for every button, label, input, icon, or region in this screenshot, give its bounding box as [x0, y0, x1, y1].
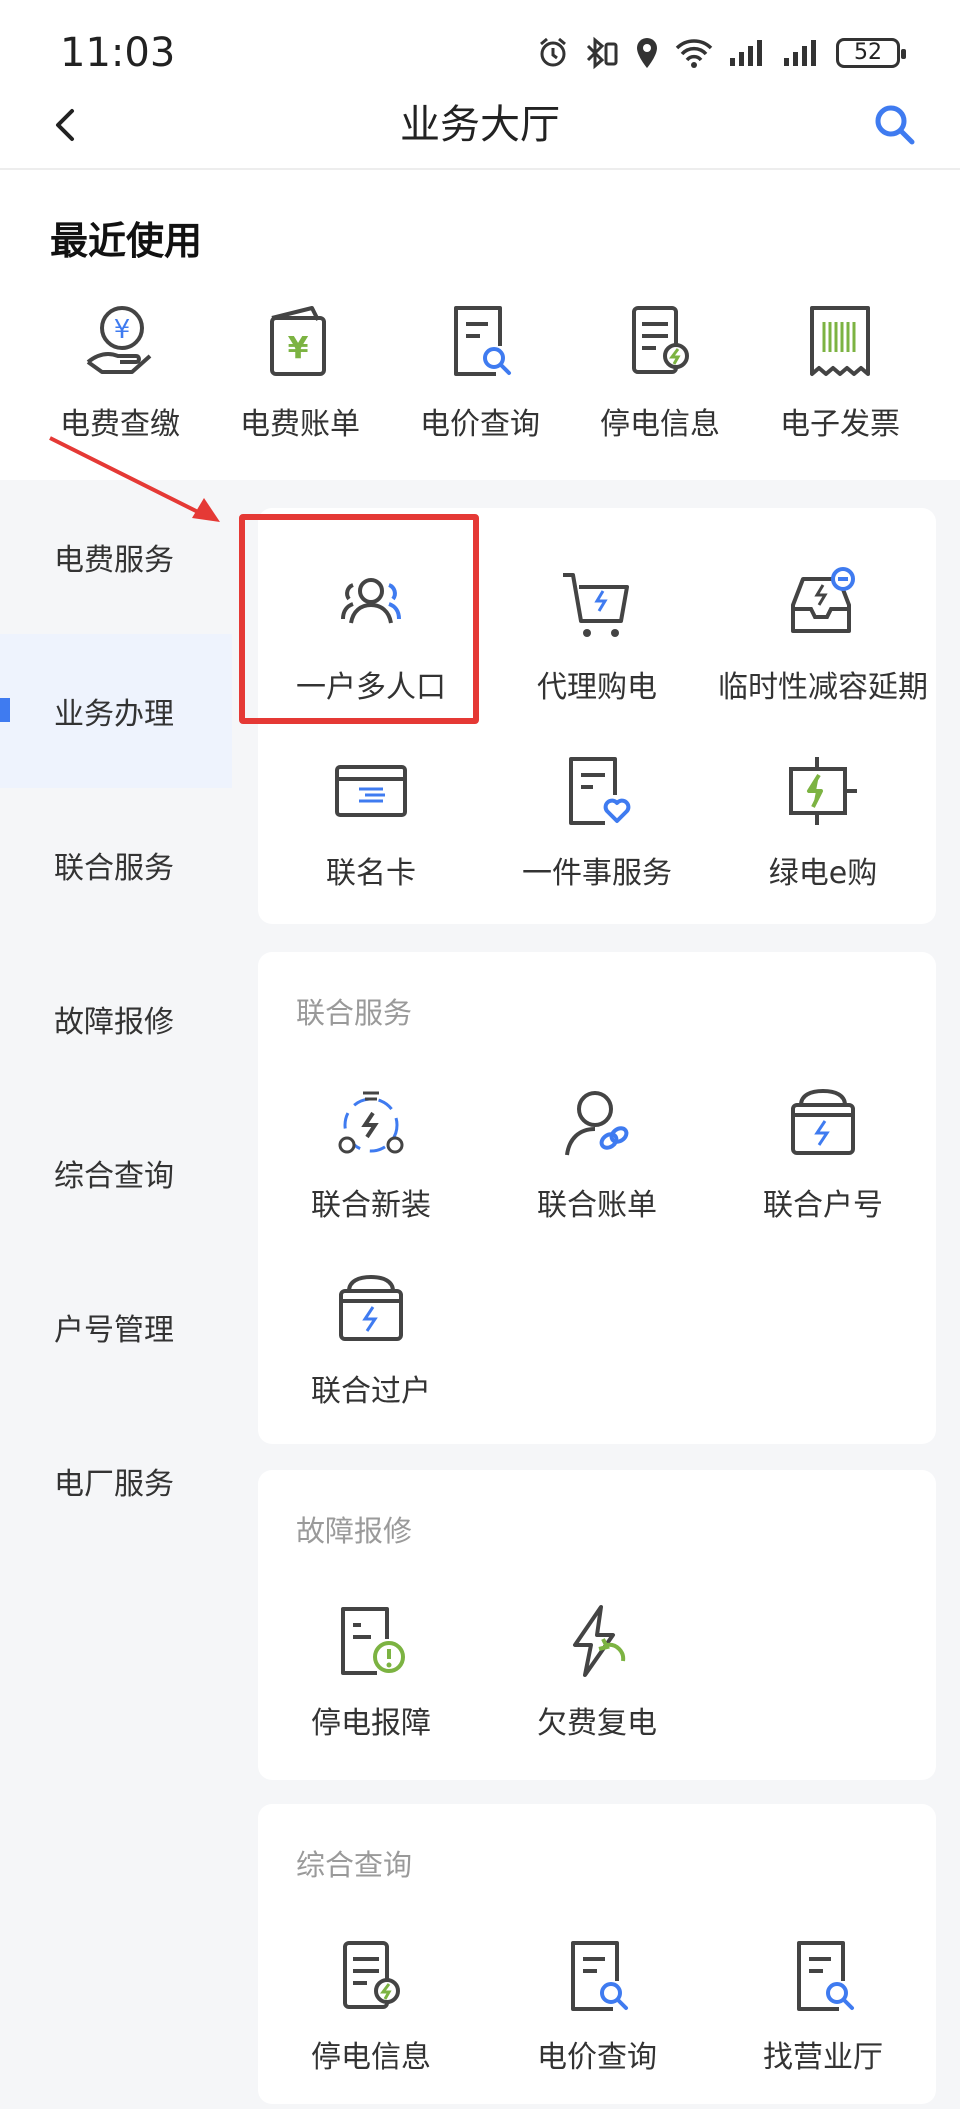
joint-install-icon	[326, 1078, 416, 1168]
tile-find-office[interactable]: 找营业厅	[710, 1930, 936, 2076]
tile-label: 联合新装	[311, 1188, 431, 1223]
tile-label: 联合过户	[311, 1374, 431, 1409]
joint-transfer-icon	[326, 1264, 416, 1354]
tile-co-brand-card[interactable]: 联名卡	[258, 746, 484, 892]
joint-service-card: 联合服务 联合新装 联合账单 联合户号 联合过户	[258, 952, 936, 1444]
repair-card: 故障报修 停电报障 欠费复电	[258, 1470, 936, 1780]
sidebar-item-repair[interactable]: 故障报修	[0, 942, 232, 1096]
tile-outage-report[interactable]: 停电报障	[258, 1596, 484, 1742]
section-title: 综合查询	[296, 1848, 413, 1882]
restore-power-icon	[552, 1596, 642, 1686]
green-power-icon	[778, 746, 868, 836]
tile-label: 停电报障	[311, 1706, 431, 1741]
tile-label: 电价查询	[537, 2040, 657, 2075]
section-title: 故障报修	[296, 1514, 413, 1548]
section-title: 联合服务	[296, 996, 413, 1030]
tile-outage-info[interactable]: 停电信息	[258, 1930, 484, 2076]
tile-joint-install[interactable]: 联合新装	[258, 1078, 484, 1224]
joint-bill-icon	[552, 1078, 642, 1168]
sidebar-item-joint-service[interactable]: 联合服务	[0, 788, 232, 942]
heart-doc-icon	[552, 746, 642, 836]
price-query-icon	[552, 1930, 642, 2020]
tile-one-thing-service[interactable]: 一件事服务	[484, 746, 710, 892]
tile-joint-bill[interactable]: 联合账单	[484, 1078, 710, 1224]
sidebar-item-power-plant[interactable]: 电厂服务	[0, 1404, 232, 1558]
outage-info-icon	[326, 1930, 416, 2020]
tile-label: 找营业厅	[763, 2040, 883, 2075]
card-icon	[326, 746, 416, 836]
sidebar-item-query[interactable]: 综合查询	[0, 1096, 232, 1250]
tile-green-power[interactable]: 绿电e购	[710, 746, 936, 892]
tile-joint-transfer[interactable]: 联合过户	[258, 1264, 484, 1410]
tile-label: 联名卡	[326, 856, 416, 891]
tile-price-query[interactable]: 电价查询	[484, 1930, 710, 2076]
tile-label: 欠费复电	[537, 1706, 657, 1741]
tile-label: 联合账单	[537, 1188, 657, 1223]
tile-label: 停电信息	[311, 2040, 431, 2075]
tile-restore-power[interactable]: 欠费复电	[484, 1596, 710, 1742]
tile-label: 一件事服务	[522, 856, 672, 891]
find-office-icon	[778, 1930, 868, 2020]
tile-label: 联合户号	[763, 1188, 883, 1223]
outage-report-icon	[326, 1596, 416, 1686]
sidebar-item-account[interactable]: 户号管理	[0, 1250, 232, 1404]
tile-label: 绿电e购	[768, 856, 878, 891]
annotation-arrow-icon	[49, 436, 220, 522]
tile-joint-account[interactable]: 联合户号	[710, 1078, 936, 1224]
joint-account-icon	[778, 1078, 868, 1168]
query-card: 综合查询 停电信息 电价查询 找营业厅	[258, 1804, 936, 2104]
